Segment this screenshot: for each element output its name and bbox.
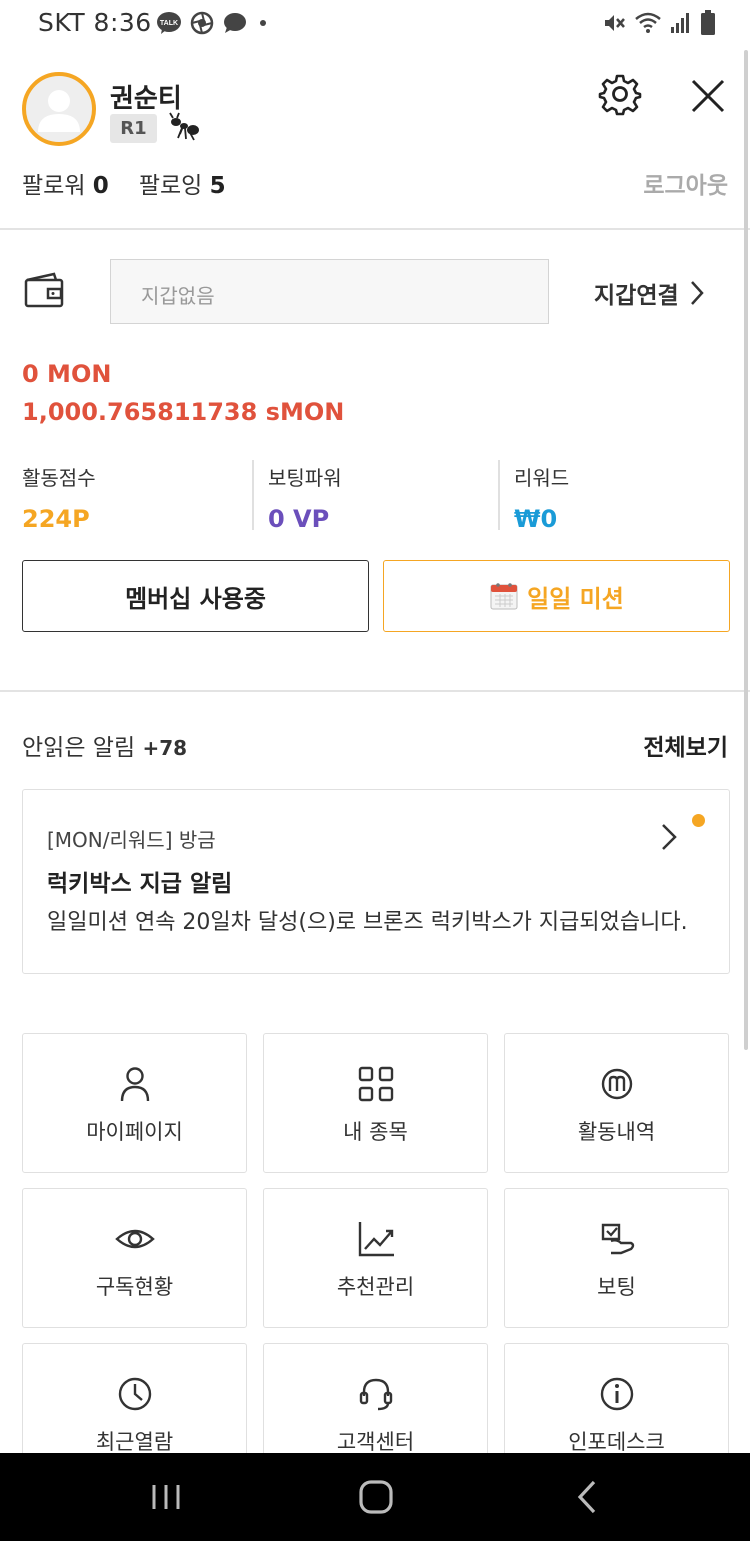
- recent-apps-icon[interactable]: [146, 1477, 186, 1517]
- stat-value: 224P: [22, 505, 90, 533]
- menu-label: 마이페이지: [86, 1120, 183, 1144]
- wallet-connect-button[interactable]: 지갑연결: [594, 276, 705, 310]
- membership-label: 멤버십 사용중: [125, 584, 266, 613]
- mon-balance: 0 MON: [22, 360, 112, 388]
- stat-value: 0 VP: [268, 505, 330, 533]
- daily-mission-button[interactable]: 일일 미션: [383, 560, 730, 632]
- kakaotalk-icon: TALK: [157, 12, 181, 34]
- follow-stats: 팔로워 0 팔로잉 5: [22, 166, 226, 200]
- unread-dot: [692, 814, 705, 827]
- section-divider: [0, 690, 750, 692]
- system-nav-bar: [0, 1453, 750, 1541]
- unread-count: +78: [142, 736, 188, 760]
- menu-tile-activity[interactable]: 활동내역: [504, 1033, 729, 1173]
- menu-tile-subscriptions[interactable]: 구독현황: [22, 1188, 247, 1328]
- unread-notifications-header: 안읽은 알림 +78: [22, 735, 188, 761]
- signal-icon: [671, 13, 689, 33]
- stat-label: 보팅파워: [268, 466, 342, 490]
- daily-mission-label: 일일 미션: [527, 584, 624, 613]
- info-icon: [600, 1377, 634, 1411]
- logout-button[interactable]: 로그아웃: [643, 166, 728, 200]
- carrier-time: SKT 8:36: [38, 8, 152, 37]
- grid-icon: [358, 1066, 394, 1102]
- menu-tile-my-stocks[interactable]: 내 종목: [263, 1033, 488, 1173]
- notification-title: 럭키박스 지급 알림: [47, 871, 233, 897]
- person-icon: [120, 1067, 150, 1102]
- avatar[interactable]: [22, 72, 96, 146]
- wallet-icon: [24, 272, 64, 308]
- membership-button[interactable]: 멤버십 사용중: [22, 560, 369, 632]
- menu-label: 내 종목: [343, 1120, 408, 1144]
- menu-label: 고객센터: [336, 1430, 415, 1454]
- wallet-placeholder: 지갑없음: [141, 284, 215, 308]
- chevron-right-icon: [690, 281, 704, 305]
- battery-icon: [701, 10, 715, 35]
- back-icon[interactable]: [568, 1477, 608, 1517]
- smon-balance: 1,000.765811738 sMON: [22, 398, 345, 426]
- menu-label: 추천관리: [336, 1275, 415, 1299]
- home-icon[interactable]: [356, 1477, 396, 1517]
- menu-label: 최근열람: [95, 1430, 174, 1454]
- stat-reward: 리워드 ₩0: [514, 462, 570, 533]
- vote-hand-icon: [601, 1223, 635, 1255]
- rank-badge: R1: [110, 114, 157, 143]
- close-icon[interactable]: [688, 76, 728, 116]
- avatar-placeholder-icon: [38, 90, 80, 132]
- aperture-icon: [190, 11, 214, 35]
- wallet-connect-label: 지갑연결: [594, 283, 679, 309]
- menu-tile-voting[interactable]: 보팅: [504, 1188, 729, 1328]
- wallet-address-field[interactable]: 지갑없음: [110, 259, 549, 324]
- wifi-icon: [635, 12, 661, 33]
- view-all-button[interactable]: 전체보기: [643, 728, 728, 762]
- menu-label: 활동내역: [577, 1120, 656, 1144]
- menu-label: 인포데스크: [568, 1430, 665, 1454]
- stat-activity-score: 활동점수 224P: [22, 462, 96, 533]
- notification-meta: [MON/리워드] 방금: [47, 828, 216, 852]
- m-coin-icon: [601, 1068, 633, 1100]
- notification-card[interactable]: [MON/리워드] 방금 럭키박스 지급 알림 일일미션 연속 20일차 달성(…: [22, 789, 730, 974]
- followers[interactable]: 팔로워 0: [22, 166, 109, 200]
- stat-separator: [252, 460, 254, 530]
- section-divider: [0, 228, 750, 230]
- dot-icon: [260, 20, 266, 26]
- mute-icon: [605, 15, 625, 31]
- calendar-icon: [490, 583, 518, 610]
- eye-icon: [115, 1229, 155, 1249]
- kakao-badge: TALK: [160, 20, 178, 27]
- stat-label: 리워드: [514, 466, 570, 490]
- chat-bubble-icon: [224, 13, 246, 33]
- following[interactable]: 팔로잉 5: [139, 166, 226, 200]
- menu-label: 구독현황: [95, 1275, 174, 1299]
- headset-icon: [359, 1378, 393, 1411]
- stat-value: ₩0: [514, 505, 558, 533]
- ant-icon: [169, 112, 199, 141]
- stat-label: 활동점수: [22, 466, 96, 490]
- menu-tile-recommendations[interactable]: 추천관리: [263, 1188, 488, 1328]
- notification-body: 일일미션 연속 20일차 달성(으)로 브론즈 럭키박스가 지급되었습니다.: [47, 910, 688, 935]
- username: 권순티: [110, 84, 182, 114]
- chart-trend-icon: [358, 1222, 394, 1257]
- clock-icon: [118, 1377, 152, 1411]
- stat-voting-power: 보팅파워 0 VP: [268, 462, 342, 533]
- settings-gear-icon[interactable]: [598, 72, 642, 116]
- menu-tile-mypage[interactable]: 마이페이지: [22, 1033, 247, 1173]
- menu-label: 보팅: [597, 1275, 636, 1299]
- status-bar: SKT 8:36 TALK: [0, 0, 750, 48]
- scrollbar[interactable]: [744, 50, 748, 1050]
- stat-separator: [498, 460, 500, 530]
- chevron-right-icon: [662, 824, 677, 850]
